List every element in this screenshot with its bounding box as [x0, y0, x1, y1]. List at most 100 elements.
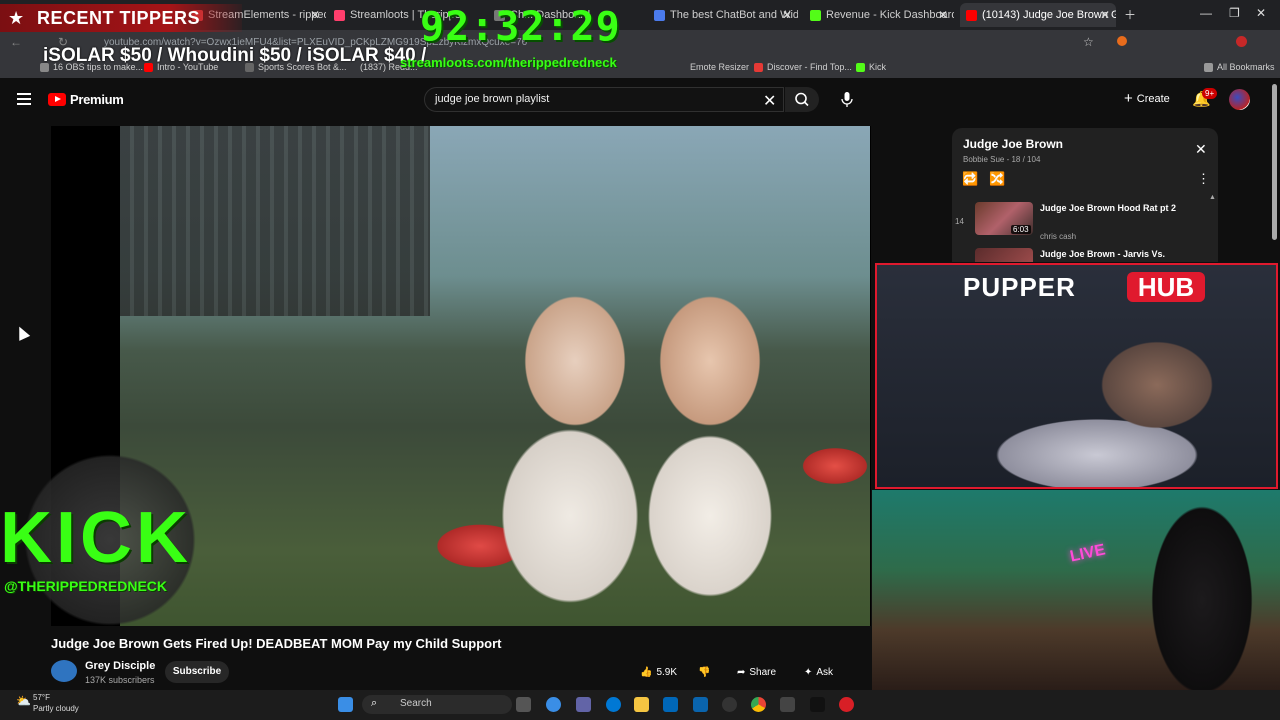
kick-logo-text: KICK: [0, 498, 192, 578]
back-icon[interactable]: ←: [10, 35, 22, 49]
tab-label: (10143) Judge Joe Brown G: [982, 9, 1116, 21]
edge-icon[interactable]: [606, 697, 621, 712]
thumbs-up-icon: 👍: [640, 666, 653, 678]
youtube-logo[interactable]: Premium: [48, 92, 124, 107]
pupper-title: PUPPER: [963, 272, 1076, 302]
share-icon: ➦: [737, 666, 746, 678]
file-explorer-icon[interactable]: [634, 697, 649, 712]
search-button[interactable]: [785, 87, 819, 112]
streamloots-icon: [334, 9, 345, 21]
youtube-play-icon: [48, 93, 66, 106]
mouse-cursor: [13, 324, 31, 341]
close-tab-icon[interactable]: ✕: [1100, 8, 1110, 22]
voice-search-button[interactable]: [836, 88, 858, 110]
channel-name[interactable]: Grey Disciple: [85, 660, 155, 672]
recent-tippers-title: RECENT TIPPERS: [37, 8, 201, 28]
bookmark-icon: [754, 62, 763, 72]
bookmark-item[interactable]: Kick: [856, 62, 886, 72]
star-icon[interactable]: ☆: [1083, 35, 1094, 49]
streamloots-link: streamloots.com/therippedredneck: [400, 55, 617, 70]
bookmark-item[interactable]: Emote Resizer: [690, 62, 749, 72]
webcam-feed: [872, 490, 1280, 690]
tab-chatbot[interactable]: The best ChatBot and Widgets ✕: [648, 3, 798, 27]
star-icon: ★: [8, 8, 25, 28]
pupper-hub-badge: HUB: [1127, 272, 1205, 302]
weather-icon: ⛅: [16, 694, 31, 708]
shuffle-icon[interactable]: 🔀: [989, 171, 1005, 187]
notification-badge: 9+: [1202, 88, 1218, 99]
share-button[interactable]: ➦ Share: [731, 661, 782, 683]
kick-icon: [810, 9, 821, 21]
task-view-icon[interactable]: [516, 697, 531, 712]
bookmark-label: Emote Resizer: [690, 62, 750, 72]
menu-icon[interactable]: [17, 93, 31, 105]
pupper-hub-overlay: [875, 263, 1278, 489]
plus-icon: +: [1124, 90, 1133, 107]
scroll-up-icon[interactable]: ▲: [1209, 194, 1216, 201]
bookmark-item[interactable]: Discover - Find Top...: [754, 62, 852, 72]
playlist-item-thumbnail[interactable]: [975, 248, 1033, 262]
more-icon[interactable]: ⋮: [1197, 171, 1210, 187]
create-label: Create: [1136, 92, 1170, 105]
bookmark-label: Kick: [869, 62, 887, 72]
tab-youtube-active[interactable]: (10143) Judge Joe Brown G ✕: [960, 3, 1116, 27]
playlist-title[interactable]: Judge Joe Brown: [963, 137, 1063, 151]
dislike-button[interactable]: 👎: [692, 661, 716, 683]
playlist-item-channel: chris cash: [1040, 232, 1077, 241]
close-window-icon[interactable]: ✕: [1256, 6, 1266, 20]
terminal-icon[interactable]: [810, 697, 825, 712]
share-label: Share: [749, 666, 777, 678]
tab-label: Revenue - Kick Dashboard: [826, 9, 954, 21]
weather-desc[interactable]: Partly cloudy: [33, 704, 79, 713]
like-button[interactable]: 👍 5.9K: [634, 661, 683, 683]
sparkle-icon: ✦: [804, 666, 813, 678]
minimize-icon[interactable]: —: [1200, 6, 1212, 20]
stage-structure: [120, 126, 430, 316]
bookmark-label: All Bookmarks: [1217, 62, 1275, 72]
loop-icon[interactable]: 🔁: [962, 171, 978, 187]
bookmark-label: Discover - Find Top...: [767, 62, 852, 72]
search-input[interactable]: judge joe brown playlist: [424, 87, 784, 112]
close-tab-icon[interactable]: ✕: [782, 8, 792, 22]
taskbar-search-label: Search: [400, 698, 432, 709]
extension-icon[interactable]: [1117, 36, 1127, 46]
ask-button[interactable]: ✦ Ask: [798, 661, 839, 683]
channel-avatar[interactable]: [51, 660, 77, 682]
app-icon[interactable]: [839, 697, 854, 712]
app-icon[interactable]: [780, 697, 795, 712]
kick-handle: @THERIPPEDREDNECK: [4, 578, 168, 594]
subathon-timer: 92:32:29: [420, 4, 621, 50]
page-scrollbar[interactable]: [1272, 84, 1277, 240]
create-button[interactable]: + Create: [1124, 90, 1170, 107]
subscribe-button[interactable]: Subscribe: [165, 661, 229, 683]
weather-temp[interactable]: 57°F: [33, 693, 50, 702]
obs-icon[interactable]: [722, 697, 737, 712]
avatar[interactable]: [1229, 89, 1250, 110]
playlist-item-index: 14: [955, 217, 964, 226]
new-tab-icon[interactable]: ＋: [1124, 6, 1136, 23]
maximize-icon[interactable]: ❐: [1229, 6, 1240, 20]
video-title: Judge Joe Brown Gets Fired Up! DEADBEAT …: [51, 636, 502, 651]
chrome-icon[interactable]: [751, 697, 766, 712]
close-tab-icon[interactable]: ✕: [938, 8, 948, 22]
close-playlist-icon[interactable]: ✕: [1195, 141, 1207, 158]
clear-search-icon[interactable]: ✕: [763, 91, 776, 111]
teams-icon[interactable]: [576, 697, 591, 712]
outlook-icon[interactable]: [693, 697, 708, 712]
mic-icon: [841, 92, 853, 107]
chatbot-icon: [654, 9, 665, 21]
copilot-icon[interactable]: [546, 697, 561, 712]
close-tab-icon[interactable]: ✕: [310, 8, 320, 22]
playlist-item-title[interactable]: Judge Joe Brown Hood Rat pt 2: [1040, 202, 1180, 215]
search-icon: [795, 92, 809, 107]
playlist-subtitle: Bobbie Sue - 18 / 104: [963, 155, 1041, 164]
taskbar-search[interactable]: Search: [362, 695, 512, 714]
tab-kick-revenue[interactable]: Revenue - Kick Dashboard ✕: [804, 3, 954, 27]
all-bookmarks[interactable]: All Bookmarks: [1204, 62, 1275, 72]
windows-start-icon[interactable]: [338, 697, 353, 712]
store-icon[interactable]: [663, 697, 678, 712]
profile-icon[interactable]: [1236, 36, 1247, 47]
playlist-item-title[interactable]: Judge Joe Brown - Jarvis Vs.: [1040, 249, 1165, 259]
ask-label: Ask: [816, 666, 834, 678]
youtube-icon: [966, 9, 977, 21]
